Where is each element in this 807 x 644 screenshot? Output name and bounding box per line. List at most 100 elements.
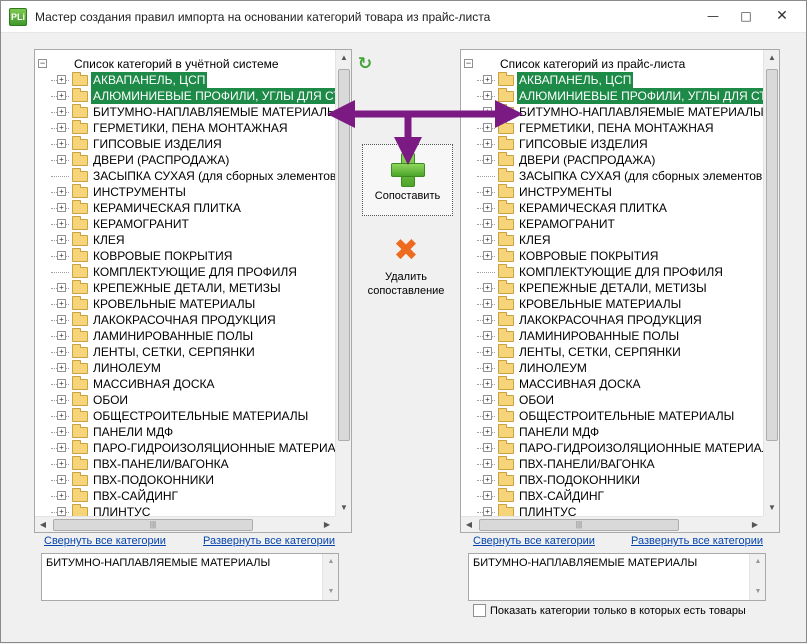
expand-icon[interactable]: + bbox=[57, 331, 66, 340]
scroll-left-icon[interactable]: ◀ bbox=[461, 517, 477, 532]
tree-node[interactable]: + ПЛИНТУС bbox=[461, 504, 763, 516]
expand-icon[interactable]: + bbox=[57, 219, 66, 228]
tree-node[interactable]: + ПВХ-ПАНЕЛИ/ВАГОНКА bbox=[35, 456, 335, 472]
tree-node[interactable]: + КРЕПЕЖНЫЕ ДЕТАЛИ, МЕТИЗЫ bbox=[35, 280, 335, 296]
scroll-up-icon[interactable]: ▲ bbox=[750, 554, 765, 570]
maximize-button[interactable]: □ bbox=[729, 5, 763, 27]
expand-icon[interactable]: + bbox=[57, 75, 66, 84]
tree-node[interactable]: КОМПЛЕКТУЮЩИЕ ДЛЯ ПРОФИЛЯ bbox=[461, 264, 763, 280]
expand-icon[interactable]: + bbox=[483, 75, 492, 84]
tree-node[interactable]: + КОВРОВЫЕ ПОКРЫТИЯ bbox=[461, 248, 763, 264]
expand-icon[interactable]: + bbox=[483, 155, 492, 164]
tree-node[interactable]: + ГЕРМЕТИКИ, ПЕНА МОНТАЖНАЯ bbox=[461, 120, 763, 136]
tree-node[interactable]: + АЛЮМИНИЕВЫЕ ПРОФИЛИ, УГЛЫ ДЛЯ СТУ bbox=[461, 88, 763, 104]
expand-icon[interactable]: + bbox=[483, 91, 492, 100]
scroll-thumb[interactable]: ||| bbox=[53, 519, 253, 531]
expand-icon[interactable]: + bbox=[57, 363, 66, 372]
tree-node[interactable]: + КЕРАМОГРАНИТ bbox=[35, 216, 335, 232]
expand-icon[interactable]: + bbox=[57, 91, 66, 100]
expand-icon[interactable]: + bbox=[483, 299, 492, 308]
tree-node[interactable]: + ПАРО-ГИДРОИЗОЛЯЦИОННЫЕ МАТЕРИАЛЫ bbox=[35, 440, 335, 456]
refresh-icon[interactable]: ↻ bbox=[356, 55, 374, 73]
expand-icon[interactable]: + bbox=[483, 475, 492, 484]
scroll-up-icon[interactable]: ▲ bbox=[336, 50, 351, 66]
horizontal-scrollbar[interactable]: ◀ ||| ▶ bbox=[35, 516, 335, 532]
tree-node[interactable]: + ПАРО-ГИДРОИЗОЛЯЦИОННЫЕ МАТЕРИАЛЫ bbox=[461, 440, 763, 456]
expand-icon[interactable]: + bbox=[483, 507, 492, 516]
minimize-button[interactable]: — bbox=[696, 5, 730, 27]
expand-all-link[interactable]: Развернуть все категории bbox=[631, 535, 763, 547]
delete-mapping-button[interactable]: ✖ Удалить сопоставление bbox=[355, 235, 457, 299]
checkbox-box[interactable] bbox=[473, 604, 486, 617]
pricelist-categories-tree[interactable]: − Список категорий из прайс-листа + АКВАП… bbox=[460, 49, 780, 533]
expand-icon[interactable]: + bbox=[483, 251, 492, 260]
tree-node[interactable]: + ИНСТРУМЕНТЫ bbox=[461, 184, 763, 200]
expand-icon[interactable]: + bbox=[57, 139, 66, 148]
expand-icon[interactable]: + bbox=[57, 443, 66, 452]
match-button[interactable]: Сопоставить bbox=[362, 144, 453, 216]
scroll-right-icon[interactable]: ▶ bbox=[319, 517, 335, 532]
tree-node[interactable]: + ДВЕРИ (РАСПРОДАЖА) bbox=[35, 152, 335, 168]
tree-node[interactable]: КОМПЛЕКТУЮЩИЕ ДЛЯ ПРОФИЛЯ bbox=[35, 264, 335, 280]
tree-node[interactable]: + ЛАКОКРАСОЧНАЯ ПРОДУКЦИЯ bbox=[35, 312, 335, 328]
tree-node[interactable]: + ПАНЕЛИ МДФ bbox=[35, 424, 335, 440]
tree-node[interactable]: + ЛЕНТЫ, СЕТКИ, СЕРПЯНКИ bbox=[35, 344, 335, 360]
close-button[interactable]: ✕ bbox=[765, 5, 799, 27]
tree-node[interactable]: + ЛИНОЛЕУМ bbox=[461, 360, 763, 376]
scroll-right-icon[interactable]: ▶ bbox=[747, 517, 763, 532]
tree-node[interactable]: + ОБОИ bbox=[461, 392, 763, 408]
tree-node[interactable]: + КЛЕЯ bbox=[35, 232, 335, 248]
scroll-up-icon[interactable]: ▲ bbox=[323, 554, 338, 570]
expand-icon[interactable]: + bbox=[483, 427, 492, 436]
tree-node[interactable]: + ЛАМИНИРОВАННЫЕ ПОЛЫ bbox=[461, 328, 763, 344]
tree-node[interactable]: ЗАСЫПКА СУХАЯ (для сборных элементов bbox=[35, 168, 335, 184]
memo-scrollbar[interactable]: ▲ ▼ bbox=[749, 554, 765, 600]
expand-icon[interactable]: + bbox=[57, 235, 66, 244]
expand-icon[interactable]: + bbox=[57, 155, 66, 164]
expand-icon[interactable]: + bbox=[483, 491, 492, 500]
tree-node[interactable]: + ДВЕРИ (РАСПРОДАЖА) bbox=[461, 152, 763, 168]
system-categories-tree[interactable]: − Список категорий в учётной системе + АК… bbox=[34, 49, 352, 533]
expand-icon[interactable]: + bbox=[57, 187, 66, 196]
expand-icon[interactable]: + bbox=[483, 347, 492, 356]
tree-node[interactable]: + ПВХ-ПОДОКОННИКИ bbox=[35, 472, 335, 488]
tree-node[interactable]: + ПВХ-ПАНЕЛИ/ВАГОНКА bbox=[461, 456, 763, 472]
expand-icon[interactable]: + bbox=[483, 363, 492, 372]
scroll-down-icon[interactable]: ▼ bbox=[336, 500, 351, 516]
expand-icon[interactable]: + bbox=[57, 379, 66, 388]
vertical-scrollbar[interactable]: ▲ ▼ bbox=[335, 50, 351, 516]
expand-icon[interactable]: + bbox=[483, 443, 492, 452]
tree-node[interactable]: + МАССИВНАЯ ДОСКА bbox=[461, 376, 763, 392]
scroll-thumb[interactable] bbox=[766, 69, 778, 441]
expand-icon[interactable]: + bbox=[483, 331, 492, 340]
scroll-up-icon[interactable]: ▲ bbox=[764, 50, 779, 66]
expand-icon[interactable]: + bbox=[57, 251, 66, 260]
tree-node[interactable]: ЗАСЫПКА СУХАЯ (для сборных элементов bbox=[461, 168, 763, 184]
expand-icon[interactable]: + bbox=[57, 475, 66, 484]
tree-node[interactable]: + ГИПСОВЫЕ ИЗДЕЛИЯ bbox=[461, 136, 763, 152]
collapse-icon[interactable]: − bbox=[464, 59, 473, 68]
expand-icon[interactable]: + bbox=[57, 491, 66, 500]
tree-node[interactable]: + КРОВЕЛЬНЫЕ МАТЕРИАЛЫ bbox=[35, 296, 335, 312]
expand-icon[interactable]: + bbox=[57, 395, 66, 404]
expand-icon[interactable]: + bbox=[483, 283, 492, 292]
tree-node[interactable]: + ЛАМИНИРОВАННЫЕ ПОЛЫ bbox=[35, 328, 335, 344]
expand-icon[interactable]: + bbox=[483, 395, 492, 404]
expand-icon[interactable]: + bbox=[483, 219, 492, 228]
horizontal-scrollbar[interactable]: ◀ ||| ▶ bbox=[461, 516, 763, 532]
expand-icon[interactable]: + bbox=[57, 283, 66, 292]
tree-node[interactable]: + БИТУМНО-НАПЛАВЛЯЕМЫЕ МАТЕРИАЛЫ bbox=[35, 104, 335, 120]
expand-icon[interactable]: + bbox=[57, 427, 66, 436]
tree-node[interactable]: + ПВХ-САЙДИНГ bbox=[35, 488, 335, 504]
tree-node[interactable]: + ОБЩЕСТРОИТЕЛЬНЫЕ МАТЕРИАЛЫ bbox=[35, 408, 335, 424]
expand-icon[interactable]: + bbox=[483, 459, 492, 468]
tree-node[interactable]: + МАССИВНАЯ ДОСКА bbox=[35, 376, 335, 392]
expand-icon[interactable]: + bbox=[57, 107, 66, 116]
expand-icon[interactable]: + bbox=[57, 411, 66, 420]
vertical-scrollbar[interactable]: ▲ ▼ bbox=[763, 50, 779, 516]
expand-icon[interactable]: + bbox=[483, 107, 492, 116]
expand-icon[interactable]: + bbox=[57, 299, 66, 308]
scroll-thumb[interactable] bbox=[338, 69, 350, 441]
tree-node[interactable]: + ЛАКОКРАСОЧНАЯ ПРОДУКЦИЯ bbox=[461, 312, 763, 328]
tree-node[interactable]: + АКВАПАНЕЛЬ, ЦСП bbox=[35, 72, 335, 88]
